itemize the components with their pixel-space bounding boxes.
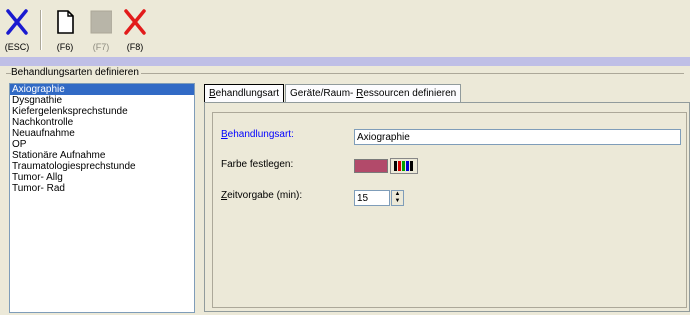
tab-behandlungsart[interactable]: Behandlungsart	[204, 84, 285, 103]
delete-button-key: (F8)	[126, 42, 144, 52]
behandlungsarten-list[interactable]: Axiographie Dysgnathie Kiefergelenksprec…	[9, 83, 195, 313]
behandlungsart-input[interactable]	[354, 129, 681, 145]
save-disabled-icon	[90, 10, 112, 34]
list-item[interactable]: Tumor- Rad	[10, 183, 194, 194]
tab-label-rest: ehandlungsart	[215, 88, 280, 99]
list-item[interactable]: Stationäre Aufnahme	[10, 150, 194, 161]
zeitvorgabe-spinner[interactable]: ▲ ▼	[391, 190, 404, 206]
behandlungsart-label: Behandlungsart:	[221, 129, 294, 140]
list-item[interactable]: Nachkontrolle	[10, 117, 194, 128]
toolbar: (ESC) (F6) (F7) (F8)	[0, 0, 690, 56]
list-item[interactable]: Tumor- Allg	[10, 172, 194, 183]
close-x-blue-icon	[6, 9, 28, 35]
tab-ressourcen[interactable]: Geräte/Raum- Ressourcen definieren	[285, 84, 462, 103]
group-title: Behandlungsarten definieren	[11, 67, 141, 78]
spin-down-icon[interactable]: ▼	[392, 198, 403, 205]
list-item[interactable]: Traumatologiesprechstunde	[10, 161, 194, 172]
save-button[interactable]: (F7)	[86, 6, 116, 54]
toolbar-separator	[40, 10, 42, 50]
delete-x-red-icon	[124, 9, 146, 35]
zeitvorgabe-input[interactable]	[354, 190, 390, 206]
new-document-icon	[57, 10, 74, 34]
list-item[interactable]: Dysgnathie	[10, 95, 194, 106]
color-swatch[interactable]	[354, 159, 388, 173]
farbe-label: Farbe festlegen:	[221, 159, 294, 170]
save-button-key: (F7)	[92, 42, 110, 52]
list-item[interactable]: Neuaufnahme	[10, 128, 194, 139]
form-frame: Behandlungsart: Farbe festlegen: Zeitvor…	[212, 112, 687, 308]
tab-label-prefix: Geräte/Raum-	[290, 88, 357, 99]
header-strip	[0, 57, 690, 66]
delete-button[interactable]: (F8)	[120, 6, 150, 54]
close-button-key: (ESC)	[4, 42, 30, 52]
close-button[interactable]: (ESC)	[2, 6, 32, 54]
tab-label-rest: essourcen definieren	[363, 88, 457, 99]
new-button-key: (F6)	[56, 42, 74, 52]
list-item[interactable]: Axiographie	[10, 84, 194, 95]
new-button[interactable]: (F6)	[50, 6, 80, 54]
spin-up-icon[interactable]: ▲	[392, 191, 403, 198]
color-palette-icon	[394, 161, 413, 171]
list-item[interactable]: OP	[10, 139, 194, 150]
tab-panel: Behandlungsart: Farbe festlegen: Zeitvor…	[204, 102, 690, 312]
zeitvorgabe-label: Zeitvorgabe (min):	[221, 190, 303, 201]
tab-label-mnemonic: B	[209, 88, 216, 99]
list-item[interactable]: Kiefergelenksprechstunde	[10, 106, 194, 117]
color-picker-button[interactable]	[390, 158, 418, 174]
